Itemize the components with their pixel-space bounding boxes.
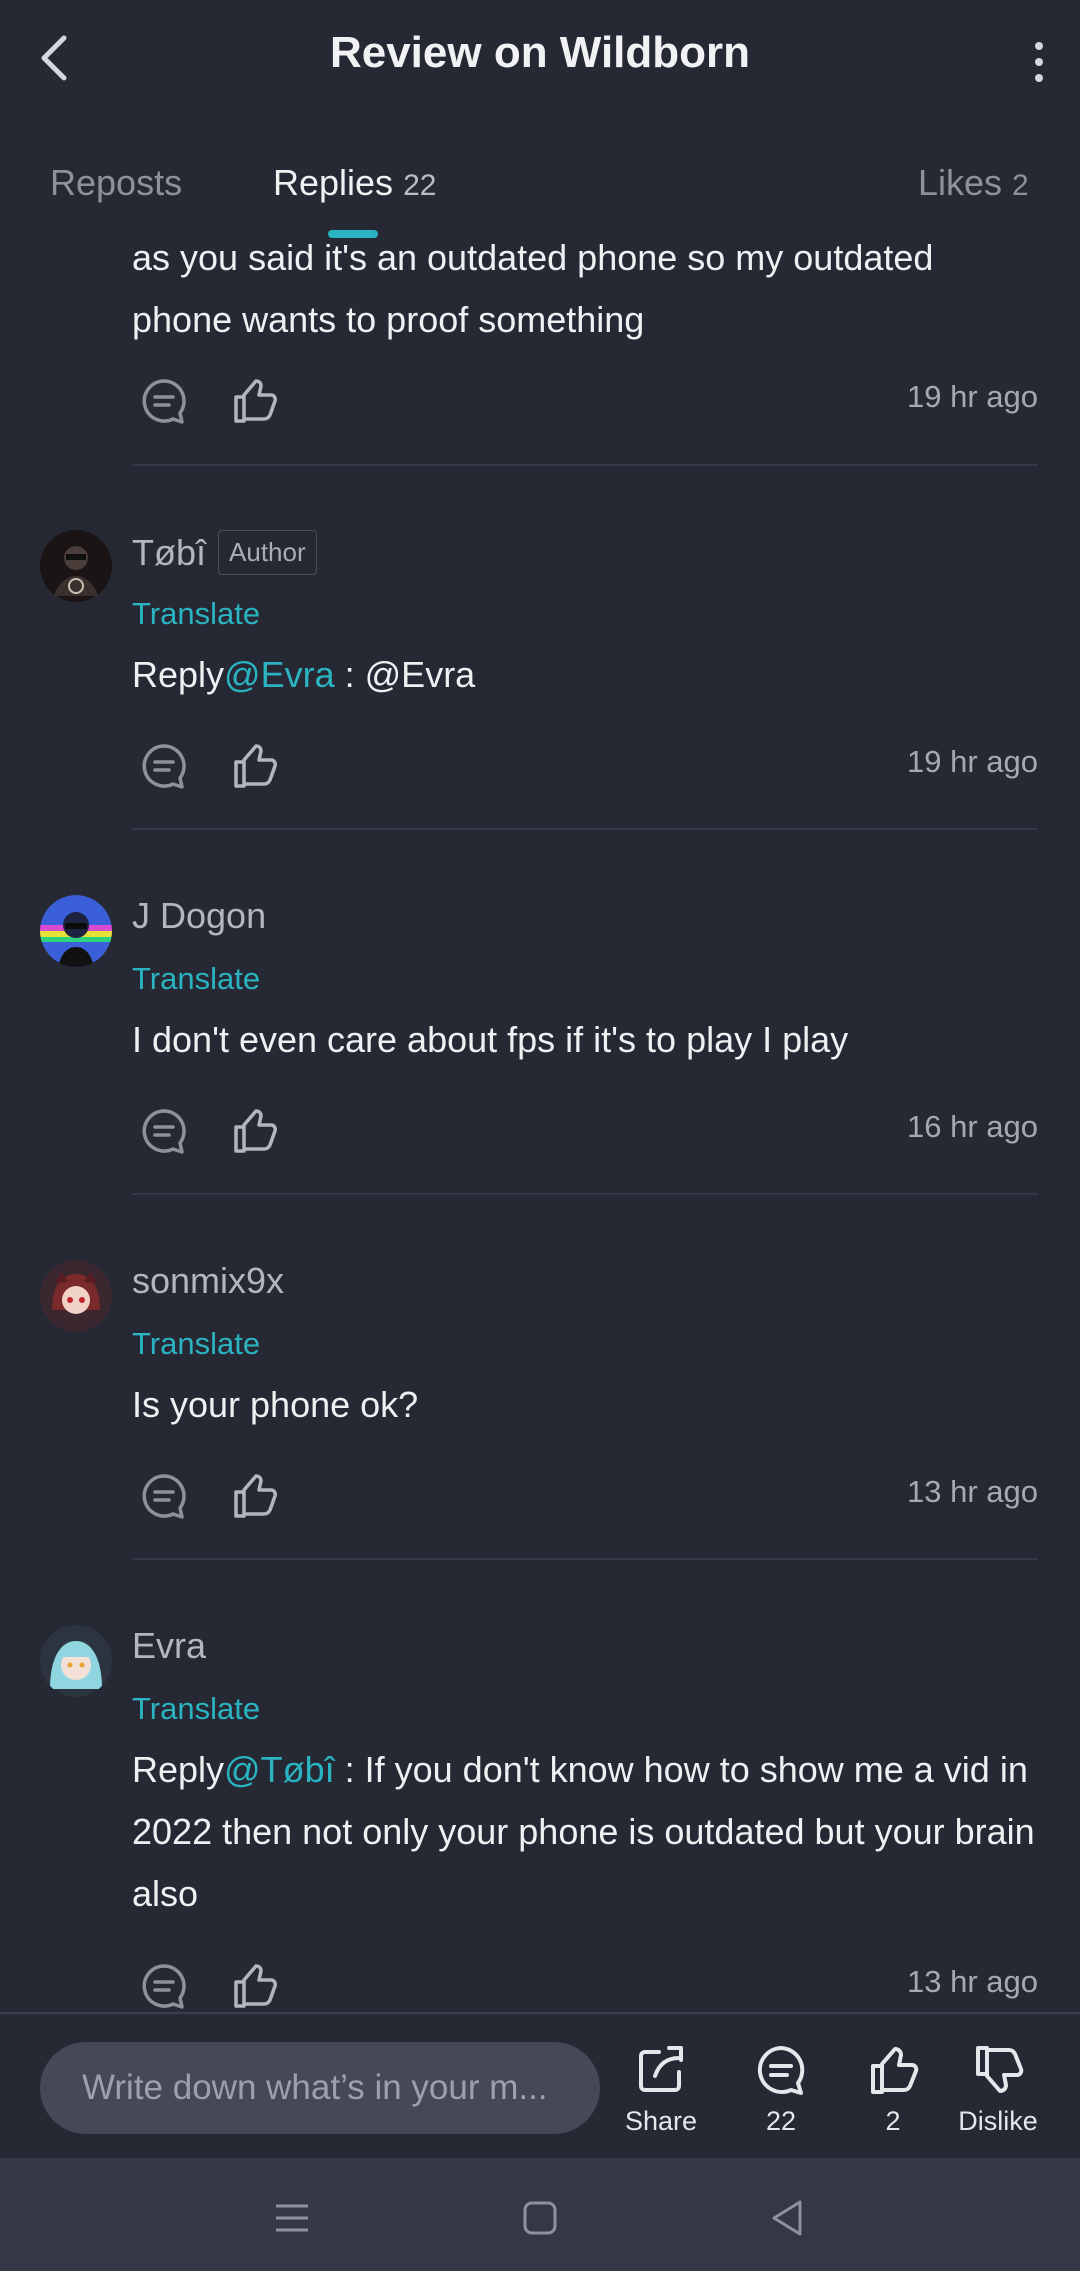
comment-icon[interactable]: [136, 1468, 192, 1524]
username[interactable]: Tøbî Author: [132, 530, 317, 575]
divider: [132, 464, 1038, 466]
thumbs-up-icon[interactable]: [226, 373, 282, 429]
comments-button[interactable]: 22: [726, 2042, 836, 2137]
comment-input-placeholder: Write down what’s in your m...: [82, 2068, 548, 2107]
timestamp: 16 hr ago: [907, 1109, 1038, 1144]
thumbs-up-icon: [871, 2047, 919, 2094]
timestamp: 19 hr ago: [907, 744, 1038, 779]
back-triangle-icon[interactable]: [764, 2194, 812, 2242]
share-label: Share: [624, 2106, 698, 2136]
reply-text: Reply@Tøbî : If you don't know how to sh…: [132, 1749, 1035, 1914]
divider: [132, 1193, 1038, 1195]
thumbs-up-icon[interactable]: [226, 1103, 282, 1159]
share-icon: [639, 2046, 683, 2092]
home-square-icon[interactable]: [516, 2194, 564, 2242]
avatar[interactable]: [40, 1625, 112, 1697]
page-title: Review on Wildborn: [329, 28, 751, 77]
reply-actions: 13 hr ago: [132, 1958, 1038, 2012]
mention-link[interactable]: @Evra: [224, 654, 335, 695]
avatar[interactable]: [40, 530, 112, 602]
system-nav-bar: [0, 2158, 1080, 2271]
comments-count: 22: [765, 2106, 797, 2136]
like-button[interactable]: 2: [838, 2042, 948, 2137]
timestamp: 19 hr ago: [907, 379, 1038, 414]
likes-count: 2: [885, 2106, 901, 2136]
reply-actions: 13 hr ago: [132, 1468, 1038, 1528]
username[interactable]: Evra: [132, 1625, 206, 1667]
reply-actions: 16 hr ago: [132, 1103, 1038, 1163]
timestamp: 13 hr ago: [907, 1474, 1038, 1509]
avatar[interactable]: [40, 895, 112, 967]
reply-actions: 19 hr ago: [132, 373, 1038, 433]
avatar[interactable]: [40, 1260, 112, 1332]
tab-likes[interactable]: Likes 2: [918, 162, 1029, 204]
dislike-label: Dislike: [958, 2106, 1038, 2136]
comment-icon[interactable]: [136, 1958, 192, 2012]
reply-text: I don't even care about fps if it's to p…: [132, 1019, 849, 1060]
comment-icon[interactable]: [136, 1103, 192, 1159]
thumbs-up-icon[interactable]: [226, 738, 282, 794]
comment-icon[interactable]: [136, 373, 192, 429]
timestamp: 13 hr ago: [907, 1964, 1038, 1999]
divider: [132, 828, 1038, 830]
tab-label: Reposts: [50, 162, 183, 203]
thumbs-down-icon: [976, 2046, 1024, 2093]
username[interactable]: sonmix9x: [132, 1260, 284, 1302]
tab-label: Likes: [918, 162, 1003, 203]
tab-label: Replies: [273, 162, 394, 203]
author-badge: Author: [218, 530, 317, 575]
tab-bar: Reposts Replies 22 Likes 2: [0, 150, 1080, 240]
reply-actions: 19 hr ago: [132, 738, 1038, 798]
dislike-button[interactable]: Dislike: [943, 2042, 1053, 2137]
translate-link[interactable]: Translate: [132, 596, 260, 632]
tab-replies[interactable]: Replies 22: [273, 162, 436, 204]
comment-icon[interactable]: [136, 738, 192, 794]
thumbs-up-icon[interactable]: [226, 1958, 282, 2012]
thumbs-up-icon[interactable]: [226, 1468, 282, 1524]
username[interactable]: J Dogon: [132, 895, 266, 937]
translate-link[interactable]: Translate: [132, 1691, 260, 1727]
reply-text: as you said it's an outdated phone so my…: [132, 237, 934, 340]
tab-reposts[interactable]: Reposts: [50, 162, 182, 204]
menu-icon[interactable]: [268, 2194, 316, 2242]
tab-count: 2: [1012, 169, 1029, 202]
replies-list[interactable]: as you said it's an outdated phone so my…: [0, 230, 1080, 2012]
comment-icon: [757, 2046, 805, 2095]
comment-input[interactable]: Write down what’s in your m...: [40, 2042, 600, 2134]
top-bar: Review on Wildborn: [0, 0, 1080, 115]
reply-text: Is your phone ok?: [132, 1384, 419, 1425]
more-vertical-icon[interactable]: [1024, 32, 1054, 92]
mention-link[interactable]: @Tøbî: [224, 1749, 335, 1790]
translate-link[interactable]: Translate: [132, 1326, 260, 1362]
tab-count: 22: [403, 169, 437, 202]
divider: [132, 1558, 1038, 1560]
bottom-action-bar: Write down what’s in your m... Share 22 …: [0, 2012, 1080, 2160]
translate-link[interactable]: Translate: [132, 961, 260, 997]
reply-text: Reply@Evra : @Evra: [132, 654, 476, 695]
share-button[interactable]: Share: [606, 2042, 716, 2137]
